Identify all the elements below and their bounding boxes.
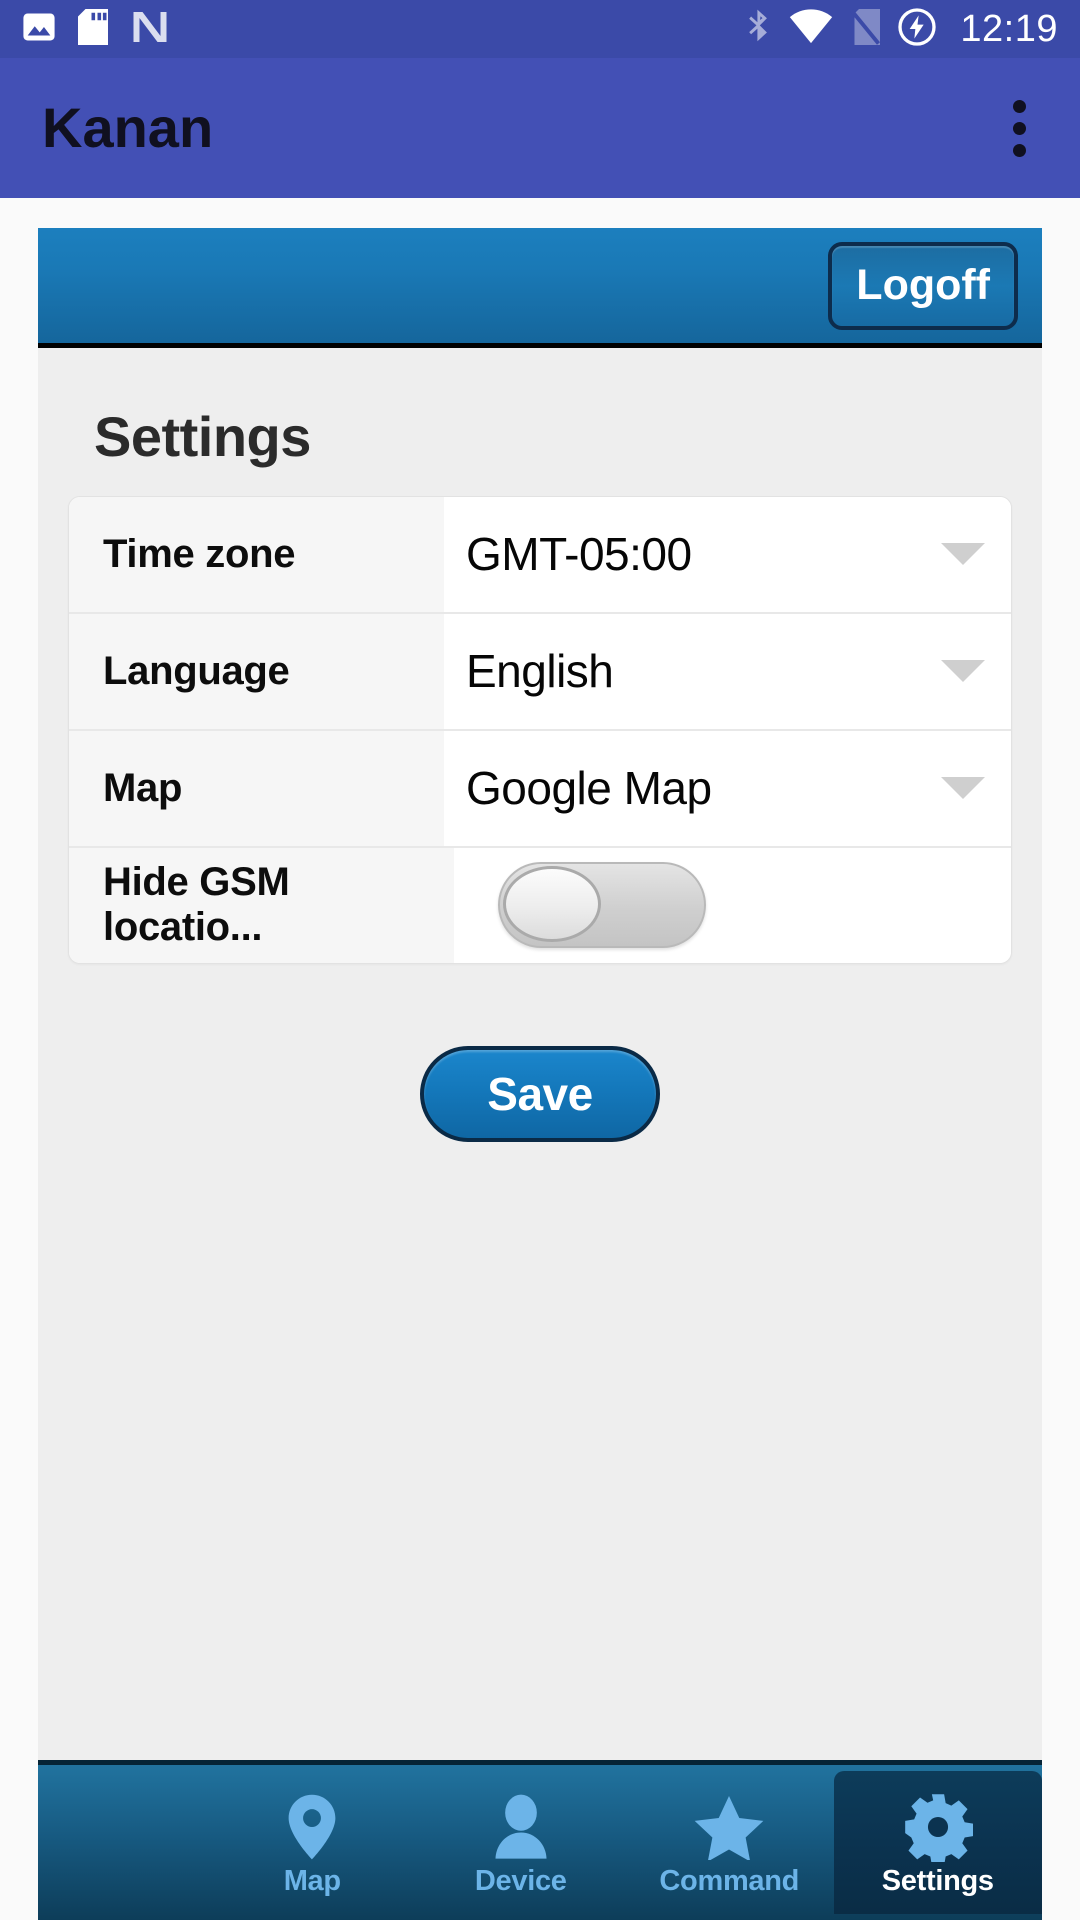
language-dropdown[interactable]: English [444, 613, 1011, 729]
tab-settings[interactable]: Settings [833, 1771, 1042, 1914]
language-value: English [466, 645, 614, 698]
bluetooth-icon [746, 8, 772, 51]
tab-label: Settings [881, 1865, 994, 1897]
phone-screen: 12:19 Kanan Logoff Settings Time zone GM… [0, 0, 1080, 1920]
gear-icon [903, 1793, 973, 1862]
settings-row-timezone[interactable]: Time zone GMT-05:00 [69, 496, 1011, 614]
app-bar: Kanan [0, 58, 1080, 198]
status-bar-right-icons: 12:19 [746, 7, 1058, 52]
logoff-button[interactable]: Logoff [828, 241, 1018, 330]
settings-content: Settings Time zone GMT-05:00 Language En… [38, 348, 1042, 1760]
tab-device[interactable]: Device [417, 1765, 626, 1920]
hide-gsm-location-cell[interactable] [454, 847, 1011, 963]
status-bar: 12:19 [0, 0, 1080, 58]
save-button-row: Save [68, 1045, 1012, 1142]
tab-label: Device [474, 1865, 567, 1897]
settings-row-label: Time zone [69, 496, 444, 612]
hide-gsm-location-toggle[interactable] [498, 862, 706, 949]
tab-map[interactable]: Map [208, 1765, 417, 1920]
charging-icon [897, 7, 937, 52]
settings-row-language[interactable]: Language English [69, 613, 1011, 731]
settings-row-label: Hide GSM locatio... [69, 847, 454, 963]
tab-command[interactable]: Command [625, 1765, 834, 1920]
timezone-dropdown[interactable]: GMT-05:00 [444, 496, 1011, 612]
status-bar-clock: 12:19 [960, 8, 1058, 50]
chevron-down-icon[interactable] [941, 543, 985, 566]
android-n-icon [130, 9, 170, 50]
toggle-knob [503, 866, 601, 943]
map-dropdown[interactable]: Google Map [444, 730, 1011, 846]
settings-row-map[interactable]: Map Google Map [69, 730, 1011, 848]
sd-card-icon [78, 8, 108, 50]
bottom-navigation: Map Device Command Settings [38, 1760, 1042, 1920]
no-sim-icon [850, 8, 881, 51]
web-header-bar: Logoff [38, 228, 1042, 348]
page-body: Logoff Settings Time zone GMT-05:00 Lang… [0, 198, 1080, 1920]
page-title: Kanan [42, 96, 214, 159]
photo-icon [22, 10, 56, 49]
tab-label: Map [283, 1865, 341, 1897]
status-bar-left-icons [22, 8, 170, 50]
settings-row-label: Map [69, 730, 444, 846]
star-icon [694, 1793, 764, 1861]
map-value: Google Map [466, 762, 712, 815]
settings-card: Time zone GMT-05:00 Language English Map [68, 495, 1012, 964]
more-vertical-icon[interactable] [1005, 90, 1034, 167]
chevron-down-icon[interactable] [941, 777, 985, 800]
settings-heading: Settings [94, 405, 311, 468]
settings-row-label: Language [69, 613, 444, 729]
chevron-down-icon[interactable] [941, 660, 985, 683]
wifi-icon [789, 8, 833, 51]
settings-row-hide-gsm-location[interactable]: Hide GSM locatio... [69, 847, 1011, 963]
map-pin-icon [285, 1793, 339, 1861]
save-button[interactable]: Save [420, 1045, 660, 1142]
person-icon [492, 1793, 550, 1861]
tab-label: Command [659, 1865, 800, 1897]
timezone-value: GMT-05:00 [466, 528, 692, 581]
